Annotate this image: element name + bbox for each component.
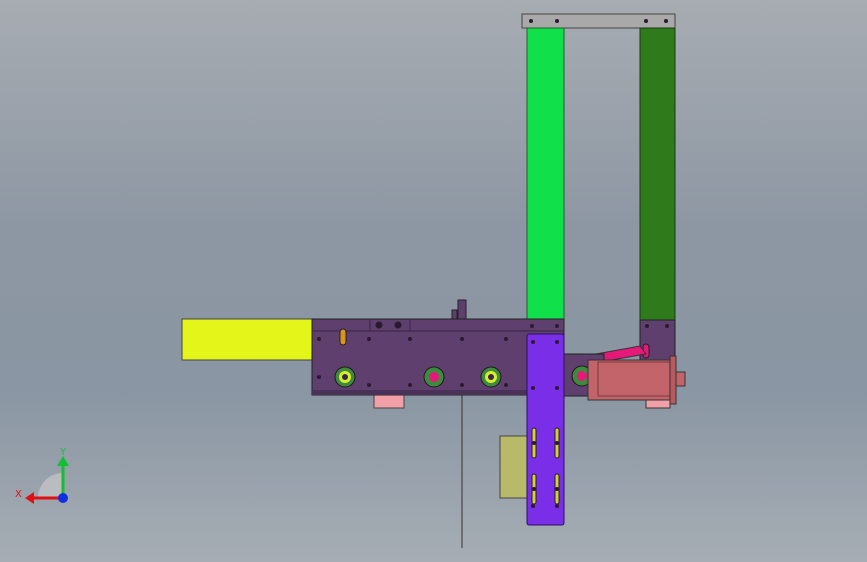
assembly-model[interactable]: Y X — [0, 0, 867, 562]
left-column[interactable] — [526, 27, 565, 321]
triad-plane-icon — [38, 473, 63, 498]
z-axis-dot — [58, 493, 68, 503]
motor-block[interactable] — [587, 355, 686, 409]
cad-graphics-viewport[interactable]: Y X — [0, 0, 867, 562]
yellow-block[interactable] — [181, 318, 313, 361]
x-axis-arrowhead — [25, 492, 34, 504]
purple-bracket[interactable] — [526, 333, 565, 526]
x-axis-label: X — [15, 489, 22, 500]
pink-lower-block[interactable] — [373, 393, 405, 409]
main-plate[interactable] — [311, 318, 565, 396]
olive-block[interactable] — [499, 435, 531, 499]
coordinate-triad: Y X — [15, 447, 69, 504]
top-crossbar[interactable] — [521, 13, 676, 29]
right-column[interactable] — [639, 27, 676, 321]
top-post[interactable] — [451, 299, 467, 321]
y-axis-label: Y — [59, 447, 67, 458]
